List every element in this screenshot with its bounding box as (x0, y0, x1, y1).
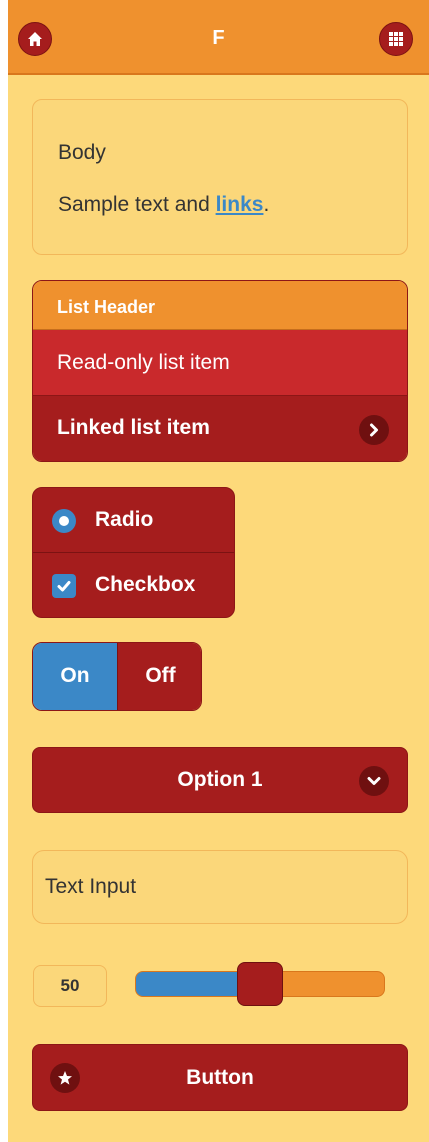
body-text-suffix: . (263, 193, 270, 216)
body-heading: Body (58, 141, 106, 164)
checkbox-option[interactable]: Checkbox (33, 553, 234, 617)
page: F Body Sample text and links. List Heade… (8, 0, 429, 1142)
star-button[interactable]: Button (32, 1044, 408, 1111)
list-header: List Header (33, 281, 407, 330)
radio-checked-icon (52, 509, 76, 533)
listview: List Header Read-only list item Linked l… (32, 280, 408, 462)
checkbox-label: Checkbox (95, 573, 196, 596)
readonly-list-item: Read-only list item (33, 330, 407, 396)
flip-switch[interactable]: On Off (32, 642, 202, 711)
grid-icon (389, 32, 403, 46)
slider-value-input[interactable] (33, 965, 107, 1007)
text-input[interactable] (32, 850, 408, 924)
header-bar: F (8, 0, 429, 75)
chevron-right-icon (359, 415, 389, 445)
body-link[interactable]: links (216, 193, 264, 216)
button-label: Button (186, 1066, 254, 1089)
control-group: Radio Checkbox (32, 487, 235, 618)
slider-handle[interactable] (237, 962, 283, 1006)
flip-switch-off[interactable]: Off (117, 643, 201, 710)
page-title: F (212, 27, 225, 49)
select-menu[interactable]: Option 1 (32, 747, 408, 813)
body-text: Sample text and links. (58, 193, 269, 217)
chevron-down-icon (359, 766, 389, 796)
select-value: Option 1 (177, 768, 263, 791)
grid-button[interactable] (379, 22, 413, 56)
radio-label: Radio (95, 508, 154, 531)
linked-list-item-label: Linked list item (57, 416, 210, 439)
body-panel: Body Sample text and links. (32, 99, 408, 255)
flip-switch-on[interactable]: On (33, 643, 117, 710)
linked-list-item[interactable]: Linked list item (33, 396, 407, 461)
radio-option[interactable]: Radio (33, 488, 234, 553)
checkbox-checked-icon (52, 574, 76, 598)
body-text-prefix: Sample text and (58, 193, 216, 216)
